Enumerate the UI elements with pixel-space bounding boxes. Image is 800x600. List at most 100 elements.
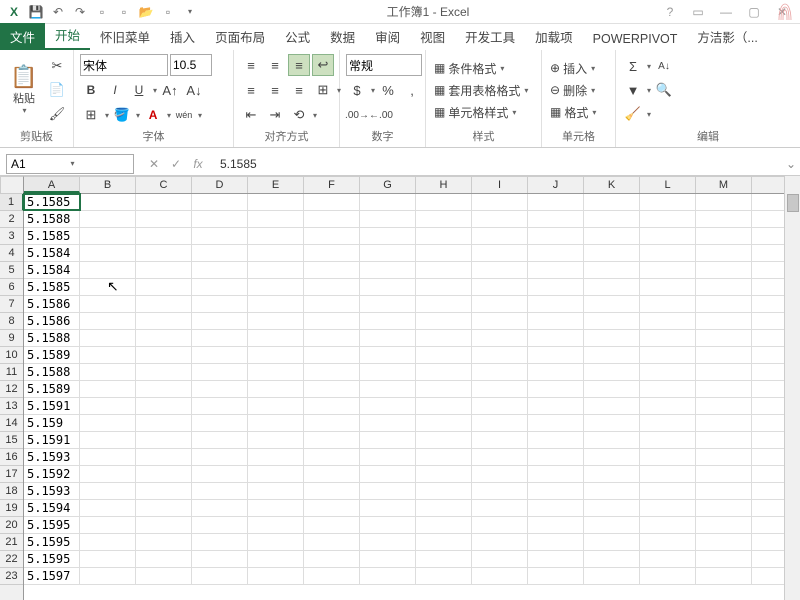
wrap-text-button[interactable]: ↩ <box>312 54 334 76</box>
font-size-select[interactable] <box>170 54 212 76</box>
cell[interactable] <box>584 551 640 567</box>
cell[interactable] <box>416 381 472 397</box>
cell[interactable] <box>528 500 584 516</box>
cell[interactable] <box>528 296 584 312</box>
phonetic-button[interactable]: wén <box>173 104 195 126</box>
dec-indent-button[interactable]: ⇤ <box>240 104 262 126</box>
cell[interactable] <box>80 381 136 397</box>
row-header[interactable]: 2 <box>0 211 23 228</box>
cell[interactable] <box>248 313 304 329</box>
tab-addins[interactable]: 加载项 <box>525 23 583 50</box>
row-header[interactable]: 22 <box>0 551 23 568</box>
cell[interactable] <box>304 228 360 244</box>
cell[interactable] <box>584 296 640 312</box>
cell[interactable]: 5.1586 <box>24 313 80 329</box>
shrink-font-button[interactable]: A↓ <box>183 79 205 101</box>
clear-button[interactable]: 🧹 <box>622 103 644 125</box>
cell[interactable] <box>360 500 416 516</box>
font-color-button[interactable]: A <box>142 104 164 126</box>
underline-button[interactable]: U <box>128 79 150 101</box>
row-header[interactable]: 11 <box>0 364 23 381</box>
cell[interactable] <box>640 313 696 329</box>
cell[interactable] <box>584 415 640 431</box>
cell[interactable] <box>304 381 360 397</box>
col-header[interactable]: M <box>696 177 752 193</box>
cell[interactable] <box>136 330 192 346</box>
col-header[interactable]: L <box>640 177 696 193</box>
cell[interactable] <box>360 262 416 278</box>
currency-button[interactable]: $ <box>346 79 368 101</box>
cell[interactable] <box>248 364 304 380</box>
row-header[interactable]: 4 <box>0 245 23 262</box>
fill-color-button[interactable]: 🪣 <box>111 104 133 126</box>
cell[interactable] <box>360 381 416 397</box>
cell[interactable] <box>584 262 640 278</box>
cell[interactable] <box>472 500 528 516</box>
cell[interactable] <box>584 245 640 261</box>
cell[interactable] <box>640 534 696 550</box>
cell[interactable]: 5.159 <box>24 415 80 431</box>
cell[interactable] <box>192 551 248 567</box>
cell[interactable]: 5.1595 <box>24 534 80 550</box>
cell[interactable] <box>584 194 640 210</box>
cell[interactable] <box>696 432 752 448</box>
cell[interactable]: 5.1585 <box>24 279 80 295</box>
tab-dev[interactable]: 开发工具 <box>455 23 525 50</box>
cell[interactable] <box>248 500 304 516</box>
cell[interactable] <box>360 449 416 465</box>
scroll-thumb[interactable] <box>787 194 799 212</box>
cell[interactable] <box>360 313 416 329</box>
align-right-button[interactable]: ≡ <box>288 79 310 101</box>
cell[interactable]: 5.1591 <box>24 398 80 414</box>
cell[interactable] <box>416 483 472 499</box>
cell[interactable] <box>360 551 416 567</box>
table-format-button[interactable]: ▦套用表格格式▾ <box>432 80 530 100</box>
cell[interactable] <box>248 483 304 499</box>
ribbon-toggle-icon[interactable]: ▭ <box>688 5 708 19</box>
cell[interactable] <box>136 313 192 329</box>
cell[interactable] <box>584 347 640 363</box>
comma-button[interactable]: , <box>401 79 423 101</box>
cell[interactable] <box>640 279 696 295</box>
cell[interactable] <box>304 568 360 584</box>
cell[interactable] <box>416 415 472 431</box>
cell[interactable] <box>192 500 248 516</box>
cell[interactable]: 5.1589 <box>24 381 80 397</box>
minimize-icon[interactable]: — <box>716 5 736 19</box>
cell[interactable] <box>640 381 696 397</box>
cell[interactable] <box>472 245 528 261</box>
cell[interactable] <box>192 415 248 431</box>
cell[interactable] <box>584 534 640 550</box>
qat-icon[interactable]: ▫ <box>114 2 134 22</box>
cell[interactable] <box>192 194 248 210</box>
row-header[interactable]: 18 <box>0 483 23 500</box>
cell[interactable] <box>640 211 696 227</box>
grow-font-button[interactable]: A↑ <box>159 79 181 101</box>
cell[interactable] <box>136 211 192 227</box>
cell[interactable]: 5.1588 <box>24 364 80 380</box>
cell[interactable] <box>304 449 360 465</box>
cell[interactable] <box>696 551 752 567</box>
cell[interactable] <box>640 568 696 584</box>
cell[interactable] <box>584 279 640 295</box>
cell[interactable] <box>584 211 640 227</box>
cell[interactable] <box>696 347 752 363</box>
cell[interactable] <box>304 313 360 329</box>
conditional-format-button[interactable]: ▦条件格式▾ <box>432 58 530 78</box>
border-button[interactable]: ⊞ <box>80 104 102 126</box>
cell[interactable] <box>640 364 696 380</box>
cell[interactable] <box>360 398 416 414</box>
tab-formula[interactable]: 公式 <box>275 23 320 50</box>
cell[interactable] <box>472 296 528 312</box>
tab-legacy[interactable]: 怀旧菜单 <box>90 23 160 50</box>
insert-cells-button[interactable]: ⊕插入▾ <box>548 58 598 78</box>
row-header[interactable]: 23 <box>0 568 23 585</box>
cell[interactable] <box>584 381 640 397</box>
qat-more-icon[interactable]: ▾ <box>180 2 200 22</box>
cell[interactable] <box>640 466 696 482</box>
cell[interactable] <box>248 551 304 567</box>
name-box[interactable]: A1▾ <box>6 154 134 174</box>
cell[interactable] <box>584 432 640 448</box>
cell[interactable] <box>472 415 528 431</box>
cell[interactable]: 5.1594 <box>24 500 80 516</box>
